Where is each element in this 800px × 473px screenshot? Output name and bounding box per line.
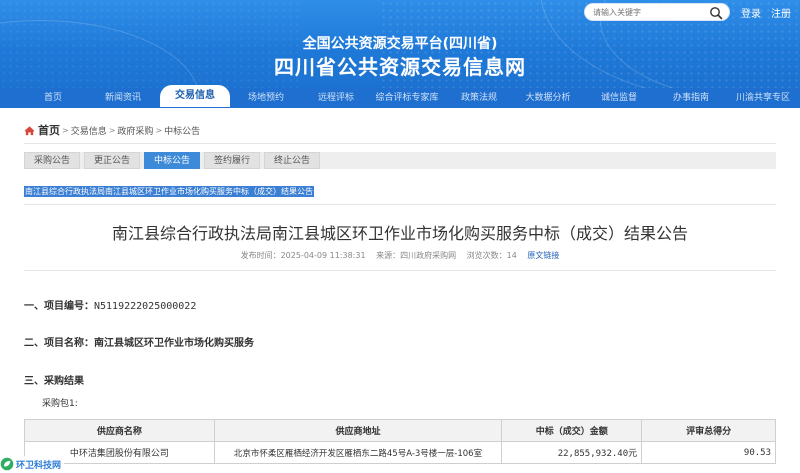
breadcrumb-gov-procurement[interactable]: 政府采购 <box>117 124 153 137</box>
tab-contract[interactable]: 签约履行 <box>204 152 260 169</box>
breadcrumb-trade-info[interactable]: 交易信息 <box>71 124 107 137</box>
nav-item-credit[interactable]: 诚信监督 <box>590 88 648 108</box>
col-award-amount: 中标（成交）金额 <box>501 419 643 442</box>
total-score: 90.53 <box>641 441 776 464</box>
tab-termination[interactable]: 终止公告 <box>264 152 320 169</box>
nav-item-remote-bidding[interactable]: 远程评标 <box>306 88 366 108</box>
site-subtitle: 全国公共资源交易平台(四川省) <box>302 36 498 52</box>
nav-item-big-data[interactable]: 大数据分析 <box>515 88 581 108</box>
supplier-address: 北京市怀柔区雁栖经济开发区雁栖东二路45号A-3号楼一层-106室 <box>213 441 503 464</box>
nav-item-guide[interactable]: 办事指南 <box>661 88 721 108</box>
result-table: 供应商名称 供应商地址 中标（成交）金额 评审总得分 中环洁集团股份有限公司 北… <box>24 419 776 464</box>
nav-item-news[interactable]: 新闻资讯 <box>91 88 155 108</box>
site-title: 四川省公共资源交易信息网 <box>274 55 526 79</box>
table-header-row: 供应商名称 供应商地址 中标（成交）金额 评审总得分 <box>24 419 776 442</box>
breadcrumb: 首页 > 交易信息 > 政府采购 > 中标公告 <box>24 123 200 137</box>
package-label: 采购包1: <box>42 399 78 409</box>
home-icon <box>24 125 35 135</box>
project-number: 一、项目编号：N5119222025000022 <box>24 301 197 312</box>
selected-title-text: 南江县综合行政执法局南江县城区环卫作业市场化购买服务中标（成交）结果公告 <box>24 186 314 197</box>
tab-award-notice[interactable]: 中标公告 <box>144 152 200 169</box>
tab-procurement-notice[interactable]: 采购公告 <box>24 152 80 169</box>
search-box[interactable] <box>584 3 730 21</box>
project-number-value: N5119222025000022 <box>94 301 197 312</box>
nav-item-venue-booking[interactable]: 场地预约 <box>236 88 296 108</box>
table-row: 中环洁集团股份有限公司 北京市怀柔区雁栖经济开发区雁栖东二路45号A-3号楼一层… <box>24 441 776 464</box>
site-header: 登录 注册 全国公共资源交易平台(四川省) 四川省公共资源交易信息网 <box>0 0 800 88</box>
nav-item-trade-info[interactable]: 交易信息 <box>160 85 230 107</box>
tab-correction-notice[interactable]: 更正公告 <box>84 152 140 169</box>
original-link[interactable]: 原文链接 <box>527 251 559 260</box>
article-title: 南江县综合行政执法局南江县城区环卫作业市场化购买服务中标（成交）结果公告 <box>111 224 688 243</box>
col-total-score: 评审总得分 <box>641 419 776 442</box>
award-amount: 22,855,932.40元 <box>501 441 643 464</box>
leaf-logo-icon <box>0 457 14 471</box>
search-input[interactable] <box>585 4 695 21</box>
watermark: 环卫科技网 <box>0 456 65 472</box>
breadcrumb-home[interactable]: 首页 <box>38 122 60 138</box>
nav-item-home[interactable]: 首页 <box>25 88 81 108</box>
col-supplier-address: 供应商地址 <box>213 419 503 442</box>
procurement-result-heading: 三、采购结果 <box>24 376 84 387</box>
view-count: 浏览次数：14 <box>466 251 517 260</box>
search-icon[interactable] <box>709 6 723 20</box>
breadcrumb-award-notice[interactable]: 中标公告 <box>164 124 200 137</box>
nav-item-policy[interactable]: 政策法规 <box>450 88 508 108</box>
login-link[interactable]: 登录 <box>741 5 761 20</box>
project-name-value: 南江县城区环卫作业市场化购买服务 <box>94 338 254 349</box>
main-nav: 首页 新闻资讯 交易信息 场地预约 远程评标 综合评标专家库 政策法规 大数据分… <box>0 85 800 108</box>
nav-item-expert-pool[interactable]: 综合评标专家库 <box>368 88 446 108</box>
publish-time: 发布时间：2025-04-09 11:38:31 <box>240 251 366 260</box>
nav-item-chuanyu[interactable]: 川渝共享专区 <box>728 88 798 108</box>
article-source: 来源：四川政府采购网 <box>376 251 457 260</box>
project-name: 二、项目名称：南江县城区环卫作业市场化购买服务 <box>24 338 254 349</box>
col-supplier-name: 供应商名称 <box>24 419 215 442</box>
article-meta: 发布时间：2025-04-09 11:38:31 来源：四川政府采购网 浏览次数… <box>24 250 776 261</box>
register-link[interactable]: 注册 <box>771 5 791 20</box>
